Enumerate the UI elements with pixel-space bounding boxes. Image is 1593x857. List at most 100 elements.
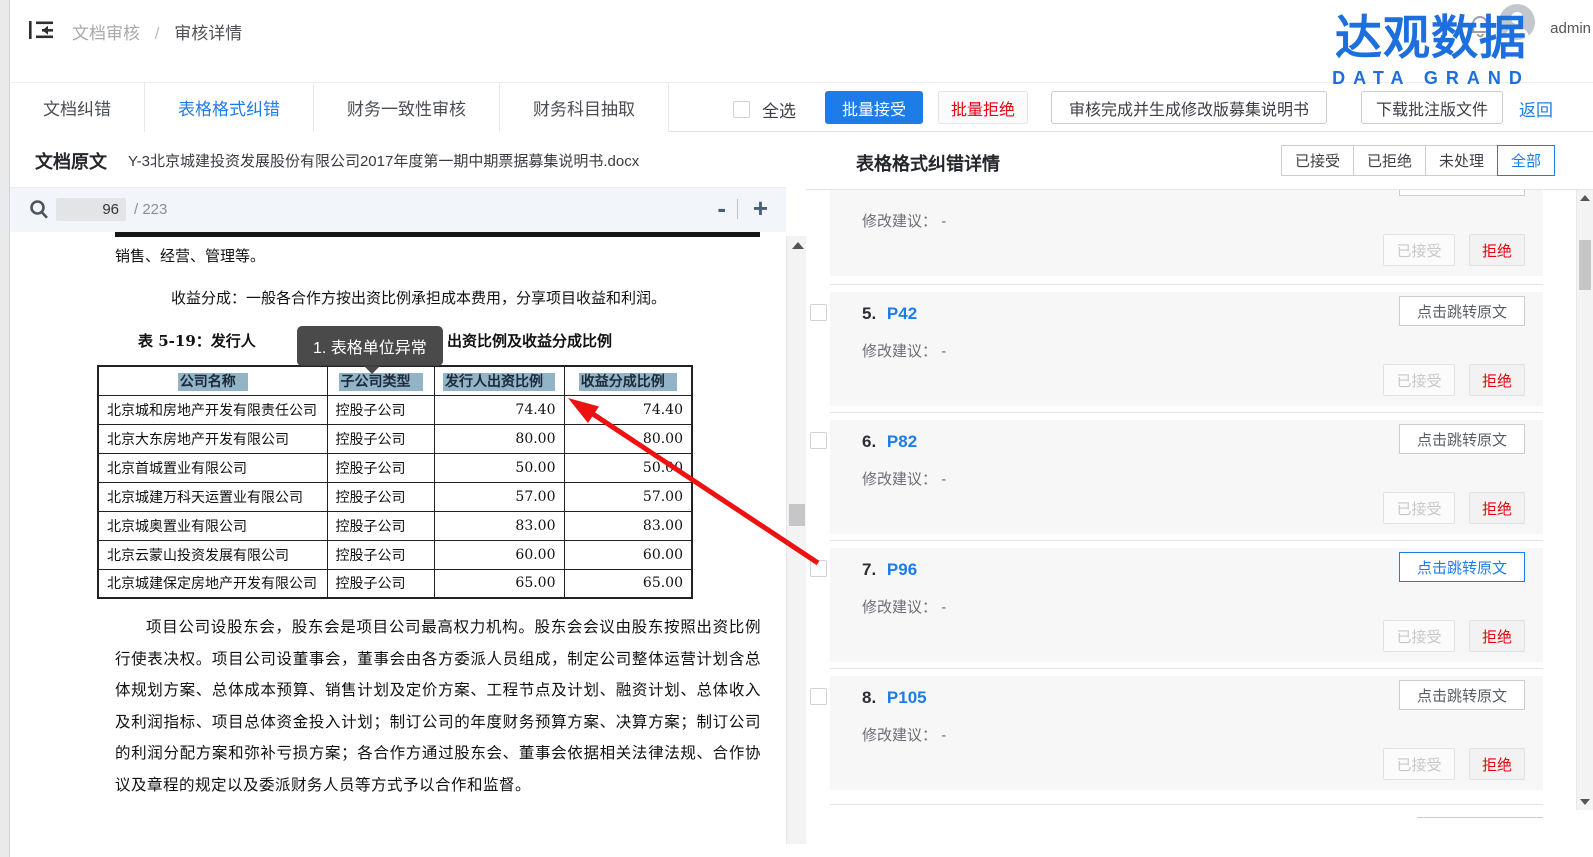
tab-2[interactable]: 表格格式纠错 xyxy=(145,83,314,132)
issue-actions: 已接受 拒绝 xyxy=(1383,364,1525,396)
issue-checkbox[interactable] xyxy=(810,432,827,449)
issue-suggestion: 修改建议： - xyxy=(862,596,946,617)
breadcrumb-section[interactable]: 文档审核 xyxy=(72,24,140,43)
scroll-down-arrow-icon[interactable] xyxy=(1580,799,1590,805)
document-toolbar: / 223 - + xyxy=(10,188,786,232)
document-scrollbar[interactable] xyxy=(786,236,807,844)
tabs: 文档纠错表格格式纠错财务一致性审核财务科目抽取 xyxy=(10,83,669,132)
page-number-input[interactable] xyxy=(56,198,126,221)
issues-scrollbar[interactable] xyxy=(1576,190,1593,810)
breadcrumb-current: 审核详情 xyxy=(174,24,242,43)
issue-page-link[interactable]: P82 xyxy=(887,432,917,451)
zoom-in-button[interactable]: + xyxy=(753,193,768,224)
jump-to-source-button[interactable]: 点击跳转原文 xyxy=(1399,424,1525,454)
filter-4[interactable]: 全部 xyxy=(1497,145,1555,176)
filter-1[interactable]: 已接受 xyxy=(1281,145,1354,176)
jump-to-source-button-partial[interactable] xyxy=(1417,817,1543,844)
table-cell: 北京城建保定房地产开发有限公司 xyxy=(98,569,327,598)
issue-number: 6. xyxy=(862,432,881,451)
issues-panel: 表格格式纠错详情 已接受已拒绝未处理全部 点击跳转原文 修改建议： - 已接受 … xyxy=(806,132,1593,857)
table-cell: 控股子公司 xyxy=(327,424,434,453)
finish-generate-button[interactable]: 审核完成并生成修改版募集说明书 xyxy=(1051,91,1327,124)
user-avatar[interactable] xyxy=(1499,4,1535,40)
table-cell: 控股子公司 xyxy=(327,511,434,540)
table-row: 北京云蒙山投资发展有限公司控股子公司60.0060.00 xyxy=(98,540,692,569)
table-cell: 控股子公司 xyxy=(327,569,434,598)
jump-to-source-button[interactable]: 点击跳转原文 xyxy=(1399,296,1525,326)
issue-page-link[interactable]: P105 xyxy=(887,688,927,707)
zoom-out-button[interactable]: - xyxy=(717,193,726,224)
suggestion-value: - xyxy=(941,213,946,230)
search-icon[interactable] xyxy=(28,198,50,220)
table-cell: 57.00 xyxy=(434,482,564,511)
document-page[interactable]: 销售、经营、管理等。 收益分成：一般各合作方按出资比例承担成本费用，分享项目收益… xyxy=(10,232,786,844)
table-cell: 北京云蒙山投资发展有限公司 xyxy=(98,540,327,569)
tabs-action-bar: 文档纠错表格格式纠错财务一致性审核财务科目抽取 全选 批量接受 批量拒绝 审核完… xyxy=(10,82,1593,132)
table-cell: 北京首城置业有限公司 xyxy=(98,453,327,482)
doc-paragraph: 收益分成：一般各合作方按出资比例承担成本费用，分享项目收益和利润。 xyxy=(171,287,666,308)
table-cell: 65.00 xyxy=(564,569,692,598)
download-annotated-button[interactable]: 下载批注版文件 xyxy=(1361,91,1503,124)
issue-page-link[interactable]: P96 xyxy=(887,560,917,579)
table-cell: 北京城和房地产开发有限责任公司 xyxy=(98,395,327,424)
issue-page-link[interactable]: P42 xyxy=(887,304,917,323)
issue-card: 8. P105 点击跳转原文 修改建议： - 已接受 拒绝 xyxy=(830,676,1543,790)
table-row: 北京大东房地产开发有限公司控股子公司80.0080.00 xyxy=(98,424,692,453)
top-header: 文档审核 / 审核详情 admin xyxy=(10,0,1593,60)
issue-filters: 已接受已拒绝未处理全部 xyxy=(1281,145,1555,176)
reject-button[interactable]: 拒绝 xyxy=(1469,234,1525,266)
tab-3[interactable]: 财务一致性审核 xyxy=(314,83,500,132)
jump-to-source-button[interactable]: 点击跳转原文 xyxy=(1399,680,1525,710)
document-panel: 文档原文 Y-3北京城建投资发展股份有限公司2017年度第一期中期票据募集说明书… xyxy=(10,132,786,857)
list-divider xyxy=(830,540,1543,541)
tab-1[interactable]: 文档纠错 xyxy=(10,83,145,132)
reject-button[interactable]: 拒绝 xyxy=(1469,620,1525,652)
reject-button[interactable]: 拒绝 xyxy=(1469,492,1525,524)
accepted-button[interactable]: 已接受 xyxy=(1383,234,1455,266)
issue-card: 7. P96 点击跳转原文 修改建议： - 已接受 拒绝 xyxy=(830,548,1543,662)
table-cell: 控股子公司 xyxy=(327,395,434,424)
page-total-label: / 223 xyxy=(134,201,167,218)
menu-collapse-icon[interactable] xyxy=(28,18,54,42)
issue-checkbox[interactable] xyxy=(810,304,827,321)
issue-checkbox[interactable] xyxy=(810,560,827,577)
reject-button[interactable]: 拒绝 xyxy=(1469,364,1525,396)
suggestion-value: - xyxy=(941,599,946,616)
reject-button[interactable]: 拒绝 xyxy=(1469,748,1525,780)
suggestion-label: 修改建议： xyxy=(862,471,937,488)
scrollbar-thumb[interactable] xyxy=(1579,240,1591,290)
document-table: 公司名称子公司类型发行人出资比例收益分成比例北京城和房地产开发有限责任公司控股子… xyxy=(97,365,693,599)
accepted-button[interactable]: 已接受 xyxy=(1383,492,1455,524)
doc-paragraph: 销售、经营、管理等。 xyxy=(115,245,265,266)
jump-to-source-button[interactable]: 点击跳转原文 xyxy=(1399,190,1525,196)
accepted-button[interactable]: 已接受 xyxy=(1383,748,1455,780)
table-cell: 控股子公司 xyxy=(327,540,434,569)
table-cell: 74.40 xyxy=(434,395,564,424)
jump-to-source-button[interactable]: 点击跳转原文 xyxy=(1399,552,1525,582)
table-row: 北京城和房地产开发有限责任公司控股子公司74.4074.40 xyxy=(98,395,692,424)
batch-accept-button[interactable]: 批量接受 xyxy=(825,91,923,124)
issue-card: 5. P42 点击跳转原文 修改建议： - 已接受 拒绝 xyxy=(830,292,1543,406)
table-cell: 57.00 xyxy=(564,482,692,511)
zoom-divider xyxy=(737,199,738,219)
table-cell: 80.00 xyxy=(564,424,692,453)
issue-checkbox[interactable] xyxy=(810,688,827,705)
issue-actions: 已接受 拒绝 xyxy=(1383,620,1525,652)
accepted-button[interactable]: 已接受 xyxy=(1383,364,1455,396)
scroll-up-arrow-icon[interactable] xyxy=(792,242,804,249)
table-cell: 83.00 xyxy=(434,511,564,540)
scroll-up-arrow-icon[interactable] xyxy=(1580,195,1590,201)
select-all-control[interactable]: 全选 xyxy=(733,97,796,122)
tab-4[interactable]: 财务科目抽取 xyxy=(500,83,669,132)
filter-3[interactable]: 未处理 xyxy=(1426,145,1498,176)
username-label[interactable]: admin xyxy=(1550,20,1591,37)
back-button[interactable]: 返回 xyxy=(1519,96,1553,121)
filter-2[interactable]: 已拒绝 xyxy=(1354,145,1426,176)
suggestion-label: 修改建议： xyxy=(862,343,937,360)
batch-reject-button[interactable]: 批量拒绝 xyxy=(938,91,1028,124)
issue-title: 8. P105 xyxy=(862,688,927,708)
select-all-checkbox[interactable] xyxy=(733,101,750,118)
notification-bell-icon[interactable] xyxy=(1467,12,1493,40)
accepted-button[interactable]: 已接受 xyxy=(1383,620,1455,652)
scrollbar-thumb[interactable] xyxy=(789,504,805,526)
